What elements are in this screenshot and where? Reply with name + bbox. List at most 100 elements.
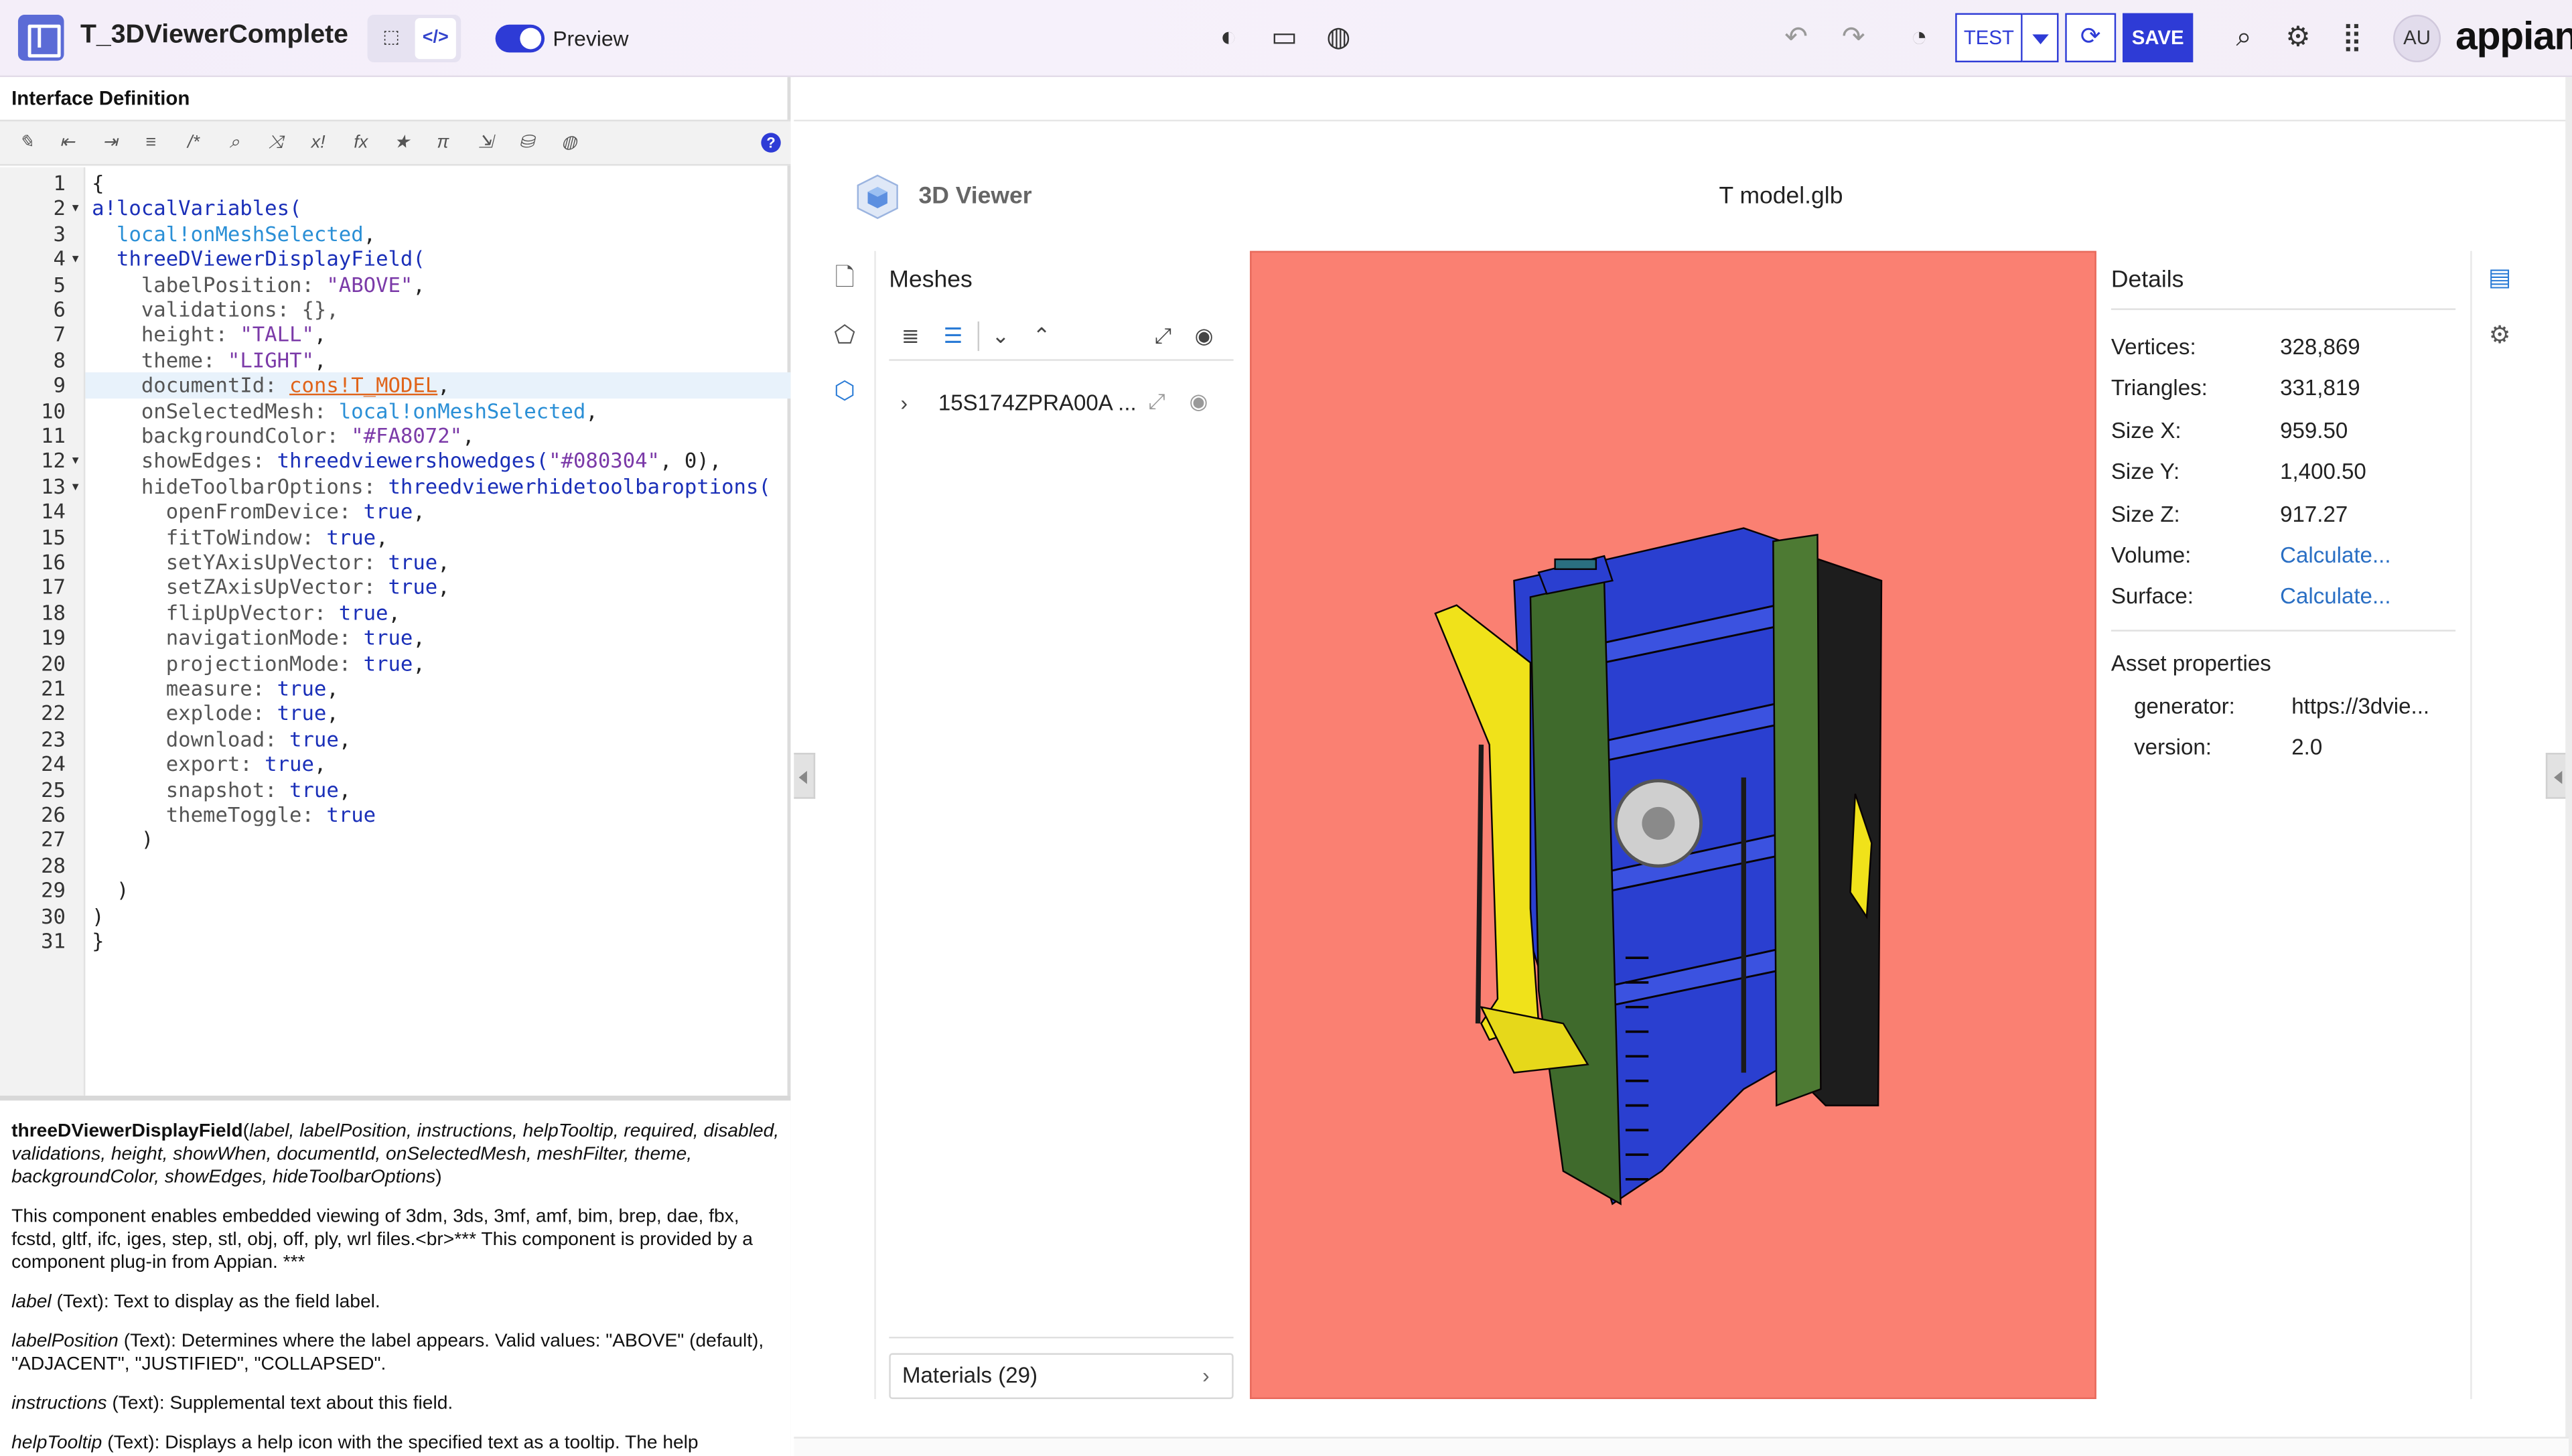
scrollbar-track[interactable] <box>2565 77 2572 1456</box>
format-icon[interactable]: ≡ <box>138 129 164 155</box>
shuffle-icon[interactable]: ⤨ <box>263 129 289 155</box>
code-line[interactable]: backgroundColor: "#FA8072", <box>85 423 790 449</box>
find-icon[interactable]: ⌕ <box>222 129 248 155</box>
fold-toggle-icon[interactable]: ▾ <box>72 474 79 499</box>
code-line[interactable]: hideToolbarOptions: threedviewerhidetool… <box>85 474 790 499</box>
code-line[interactable]: setZAxisUpVector: true, <box>85 575 790 600</box>
details-panel-icon[interactable]: ▤ <box>2485 264 2514 293</box>
chevron-right-icon: › <box>1202 1363 1210 1388</box>
globe-icon[interactable]: ◍ <box>1322 21 1355 54</box>
export-icon[interactable]: ⇲ <box>472 129 498 155</box>
gear-icon[interactable]: ⚙ <box>2282 21 2315 54</box>
undo-icon[interactable]: ↶ <box>1780 21 1812 54</box>
file-icon[interactable]: 🗋 <box>830 264 859 293</box>
calculate-link[interactable]: Calculate... <box>2280 543 2390 568</box>
fit-all-icon[interactable]: ⤢ <box>1148 321 1177 351</box>
code-line[interactable]: flipUpVector: true, <box>85 600 790 626</box>
test-button[interactable]: TEST <box>1955 13 2023 63</box>
data-icon[interactable]: ⛁ <box>514 129 540 155</box>
model-cube-icon[interactable]: ⬡ <box>830 377 859 407</box>
indent-icon[interactable]: ⇥ <box>96 129 123 155</box>
code-line[interactable]: setYAxisUpVector: true, <box>85 549 790 575</box>
redo-icon[interactable]: ↷ <box>1837 21 1870 54</box>
mesh-tools-icon[interactable]: ⬠ <box>830 321 859 351</box>
code-line[interactable] <box>85 853 790 878</box>
function-icon[interactable]: fx <box>348 129 374 155</box>
test-dropdown-button[interactable] <box>2022 13 2059 63</box>
magic-wand-icon[interactable]: ✎ <box>13 129 40 155</box>
chevron-right-icon[interactable]: › <box>901 390 908 415</box>
code-line[interactable]: fitToWindow: true, <box>85 524 790 550</box>
calculate-link[interactable]: Calculate... <box>2280 585 2390 609</box>
code-line[interactable]: measure: true, <box>85 676 790 701</box>
apps-grid-icon[interactable]: ⣿ <box>2336 21 2368 54</box>
code-line[interactable]: height: "TALL", <box>85 322 790 348</box>
code-editor[interactable]: {a!localVariables( local!onMeshSelected,… <box>85 167 791 1096</box>
code-line[interactable]: local!onMeshSelected, <box>85 221 790 246</box>
code-line[interactable]: themeToggle: true <box>85 802 790 828</box>
visibility-eye-icon[interactable]: ◉ <box>1190 388 1208 415</box>
code-token: , <box>462 423 475 448</box>
generator-link[interactable]: https://3dvie... <box>2291 694 2429 719</box>
code-line[interactable]: } <box>85 928 790 954</box>
expression-icon[interactable]: x! <box>305 129 332 155</box>
code-line[interactable]: { <box>85 171 790 196</box>
preview-toggle[interactable] <box>495 24 545 53</box>
code-line[interactable]: a!localVariables( <box>85 196 790 221</box>
collapse-left-handle[interactable] <box>794 753 816 799</box>
flat-list-icon[interactable]: ≣ <box>896 321 925 351</box>
save-button[interactable]: SAVE <box>2123 13 2194 63</box>
search-icon[interactable]: ⌕ <box>2228 21 2261 54</box>
user-avatar[interactable]: AU <box>2393 15 2441 63</box>
pi-icon[interactable]: π <box>430 129 456 155</box>
code-line[interactable]: projectionMode: true, <box>85 650 790 676</box>
settings-gear-icon[interactable]: ⚙ <box>2485 321 2514 351</box>
expression-mode-icon[interactable]: </> <box>415 17 456 60</box>
code-token: , <box>585 398 598 423</box>
code-line[interactable]: validations: {}, <box>85 297 790 322</box>
code-line[interactable]: ) <box>85 827 790 853</box>
code-line[interactable]: ) <box>85 903 790 928</box>
design-mode-icon[interactable]: ⬚ <box>370 18 411 59</box>
code-line[interactable]: snapshot: true, <box>85 777 790 802</box>
expand-all-icon[interactable]: ⌄ <box>986 321 1015 351</box>
code-line[interactable]: download: true, <box>85 726 790 751</box>
code-line[interactable]: explode: true, <box>85 701 790 727</box>
collapse-all-icon[interactable]: ⌃ <box>1027 321 1056 351</box>
fold-toggle-icon[interactable]: ▾ <box>72 246 79 272</box>
code-token: true <box>289 726 339 751</box>
code-line[interactable]: export: true, <box>85 751 790 777</box>
materials-label: Materials (29) <box>902 1363 1038 1388</box>
performance-icon[interactable]: ◔ <box>1903 21 1936 54</box>
code-line[interactable]: threeDViewerDisplayField( <box>85 246 790 272</box>
show-all-eye-icon[interactable]: ◉ <box>1190 321 1219 351</box>
palette-icon[interactable]: ◐ <box>1212 21 1245 54</box>
monitor-icon[interactable]: ▭ <box>1268 21 1301 54</box>
fit-mesh-icon[interactable]: ⤢ <box>1148 388 1165 415</box>
star-icon[interactable]: ★ <box>388 129 415 155</box>
app-title: T_3DViewerComplete <box>80 21 348 50</box>
web-api-icon[interactable]: ◍ <box>556 129 582 155</box>
3d-model-render[interactable] <box>1252 252 2096 1399</box>
code-token: documentId: <box>92 372 290 398</box>
refresh-button[interactable]: ⟳ <box>2065 13 2117 63</box>
mesh-tree-item[interactable]: › 15S174ZPRA00A ... ⤢ ◉ <box>889 384 1233 427</box>
code-line[interactable]: openFromDevice: true, <box>85 499 790 524</box>
fold-toggle-icon[interactable]: ▾ <box>72 196 79 221</box>
code-token: themeToggle: <box>92 802 327 827</box>
materials-button[interactable]: Materials (29) › <box>889 1353 1234 1399</box>
tree-list-icon[interactable]: ☰ <box>938 321 968 351</box>
help-icon[interactable]: ? <box>761 133 781 153</box>
code-line[interactable]: onSelectedMesh: local!onMeshSelected, <box>85 398 790 423</box>
code-line[interactable]: showEdges: threedviewershowedges("#08030… <box>85 449 790 474</box>
code-line[interactable]: labelPosition: "ABOVE", <box>85 272 790 297</box>
code-line[interactable]: ) <box>85 878 790 903</box>
code-token: { <box>92 170 104 196</box>
code-line[interactable]: theme: "LIGHT", <box>85 348 790 373</box>
code-line[interactable]: navigationMode: true, <box>85 626 790 651</box>
comment-icon[interactable]: /* <box>180 129 206 155</box>
3d-canvas[interactable] <box>1250 250 2096 1399</box>
fold-toggle-icon[interactable]: ▾ <box>72 449 79 474</box>
code-line[interactable]: documentId: cons!T_MODEL, <box>85 372 791 398</box>
outdent-icon[interactable]: ⇤ <box>54 129 80 155</box>
